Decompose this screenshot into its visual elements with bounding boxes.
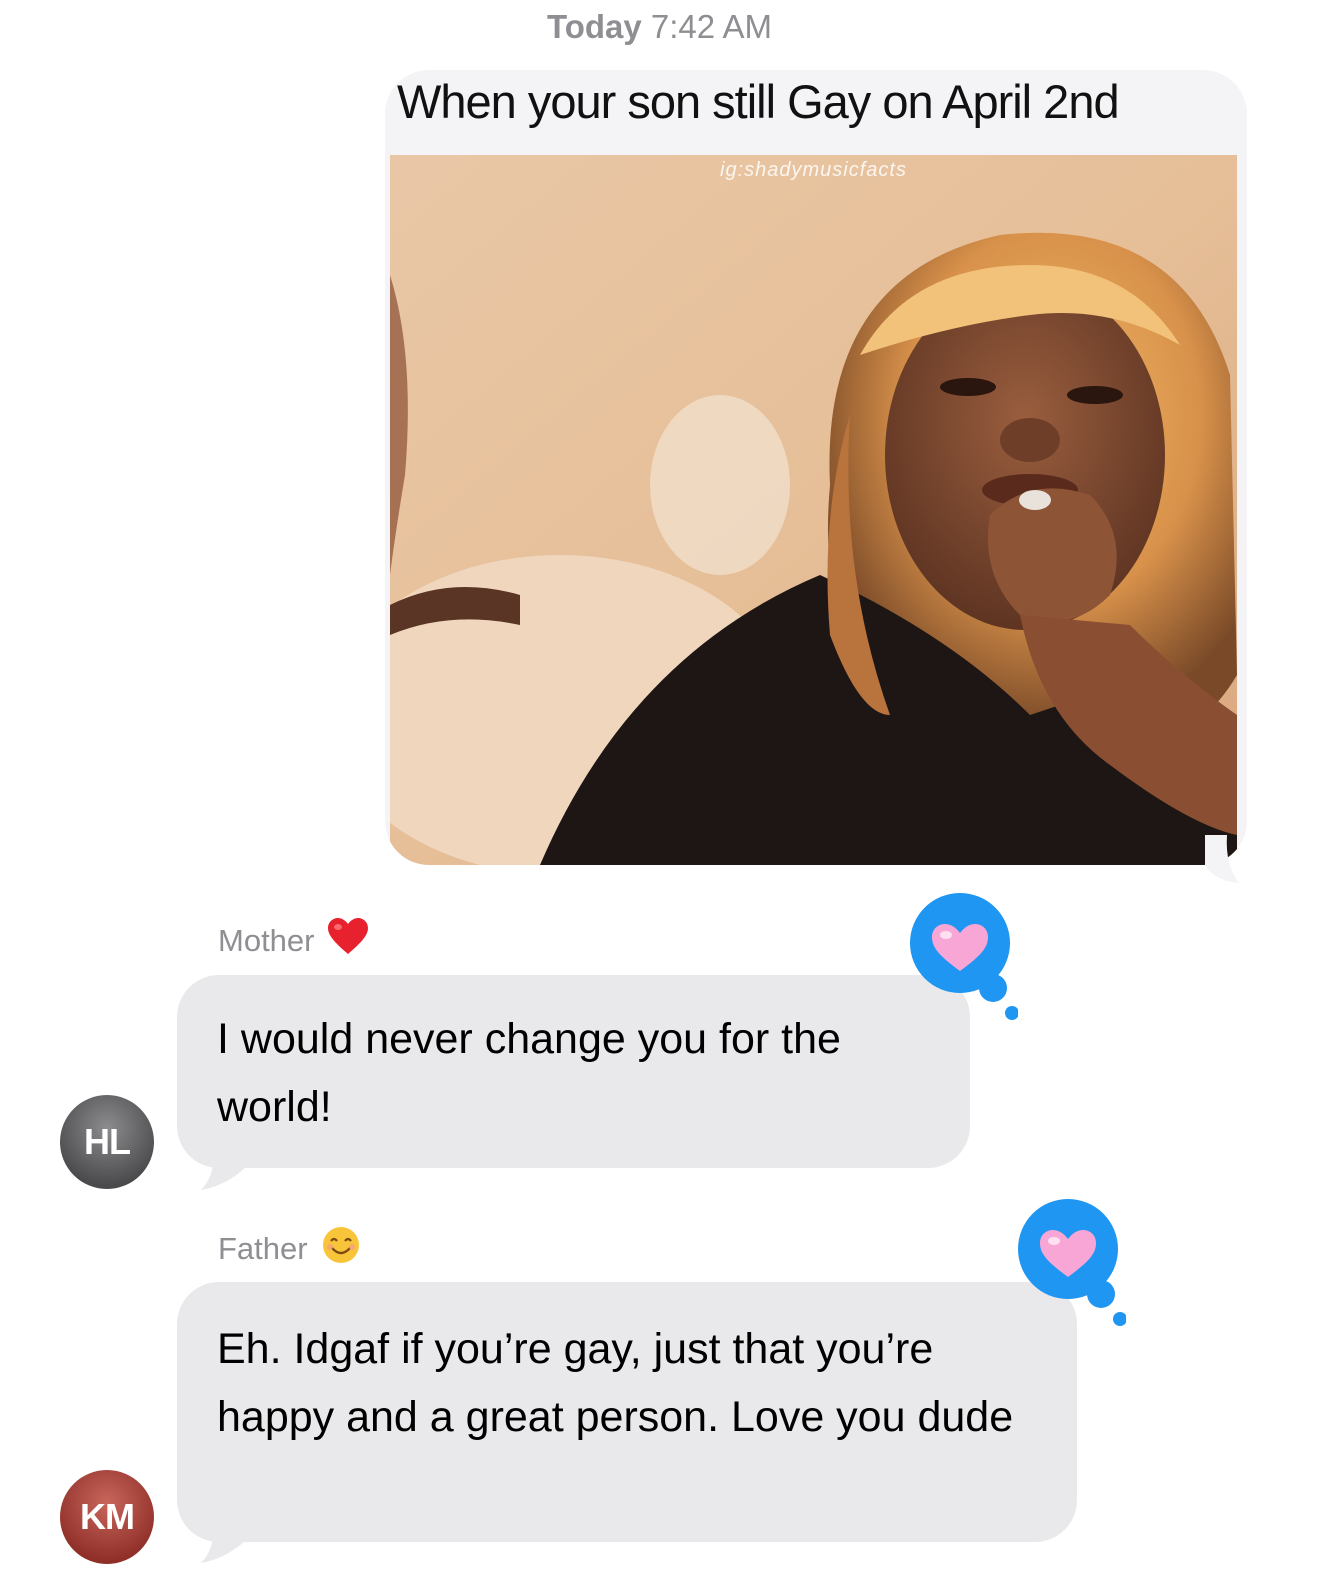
pink-heart-icon[interactable] xyxy=(908,893,1018,1023)
red-heart-icon xyxy=(328,918,369,964)
avatar-initials: KM xyxy=(80,1496,135,1537)
incoming-bubble-tail xyxy=(201,1515,245,1563)
timestamp-time: 7:42 AM xyxy=(650,8,772,45)
outgoing-bubble-tail xyxy=(1205,835,1239,883)
sender-label-mother: Mother xyxy=(218,918,369,964)
meme-photo[interactable]: ig:shadymusicfacts xyxy=(390,155,1237,865)
pink-heart-icon[interactable] xyxy=(1016,1199,1126,1329)
timestamp-day: Today xyxy=(547,8,642,45)
meme-caption: When your son still Gay on April 2nd xyxy=(397,75,1120,128)
avatar-initials: HL xyxy=(84,1121,131,1162)
sender-name: Mother xyxy=(218,923,315,958)
meme-watermark: ig:shadymusicfacts xyxy=(720,159,907,181)
incoming-message-bubble[interactable]: Eh. Idgaf if you’re gay, just that you’r… xyxy=(177,1282,1077,1542)
smiling-face-icon xyxy=(322,1226,360,1272)
avatar[interactable]: HL xyxy=(60,1095,154,1189)
outgoing-image-message[interactable]: When your son still Gay on April 2nd ig:… xyxy=(385,70,1247,865)
conversation-timestamp: Today 7:42 AM xyxy=(0,8,1319,46)
incoming-bubble-tail xyxy=(201,1142,245,1190)
message-text: I would never change you for the world! xyxy=(217,1015,841,1131)
avatar[interactable]: KM xyxy=(60,1470,154,1564)
sender-name: Father xyxy=(218,1231,308,1266)
meme-photo-illustration xyxy=(390,155,1237,865)
incoming-message-bubble[interactable]: I would never change you for the world! xyxy=(177,975,970,1168)
message-text: Eh. Idgaf if you’re gay, just that you’r… xyxy=(217,1325,1014,1441)
sender-label-father: Father xyxy=(218,1226,360,1272)
